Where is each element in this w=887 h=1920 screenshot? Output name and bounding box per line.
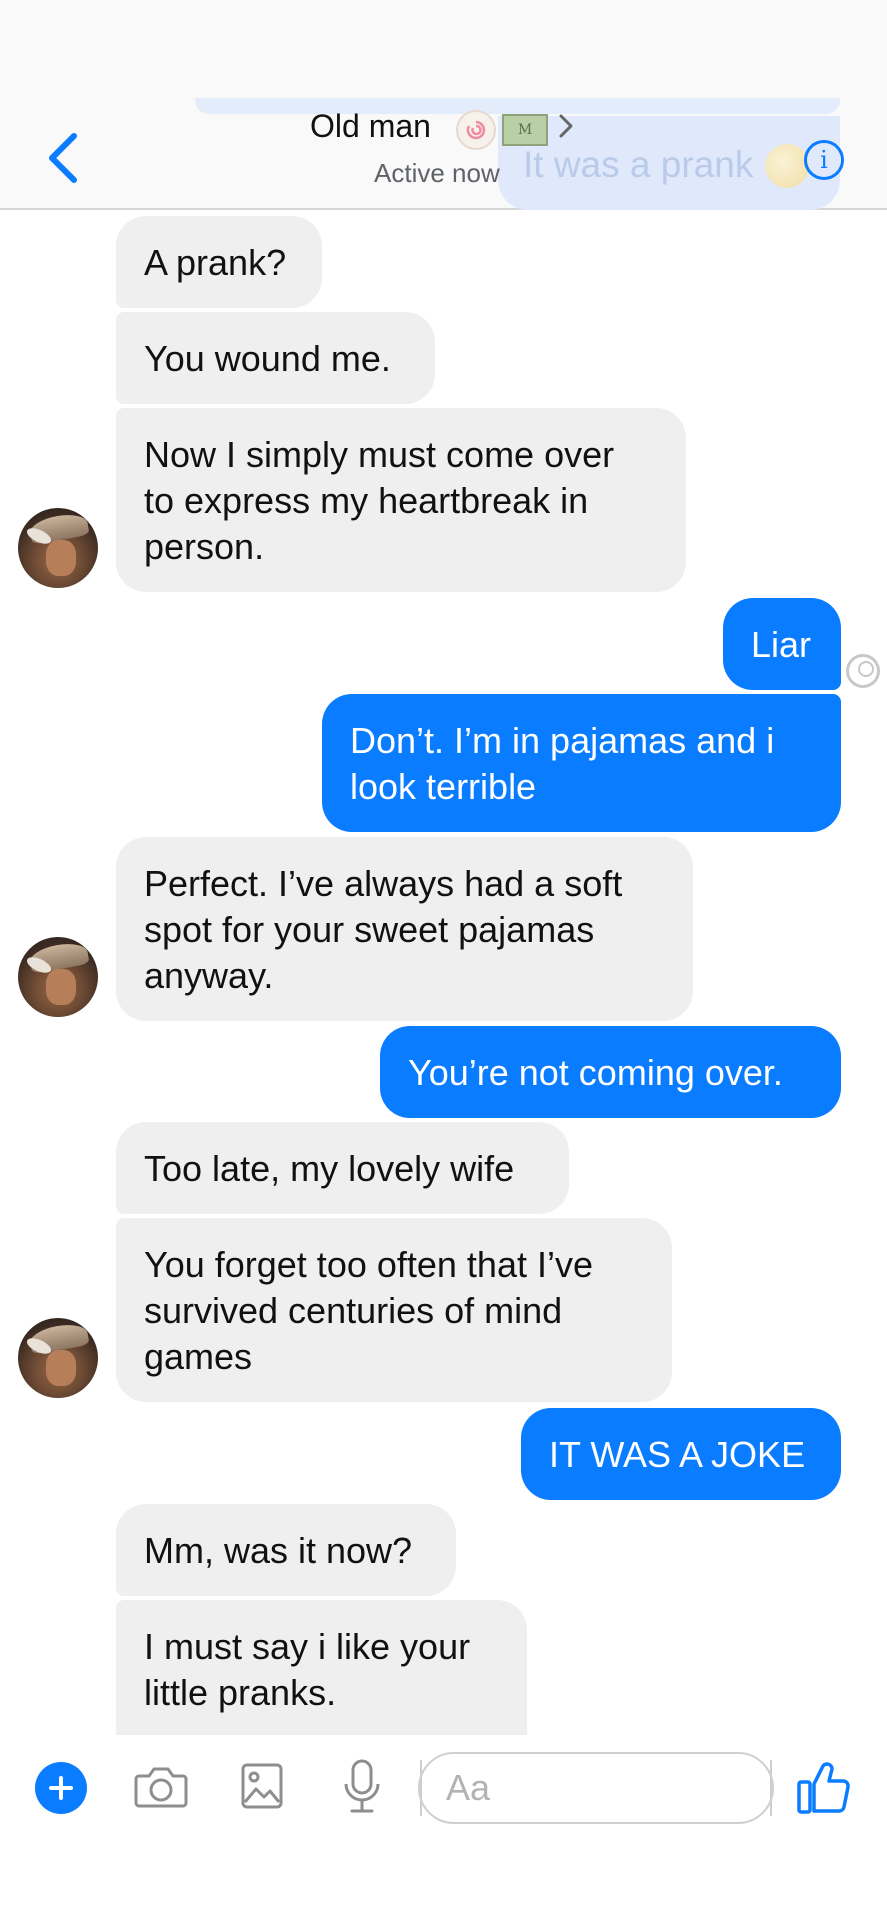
money-emoji-icon: M	[502, 114, 548, 146]
add-button[interactable]	[35, 1762, 87, 1814]
contact-avatar[interactable]	[18, 1318, 98, 1398]
message-bubble-incoming[interactable]: You forget too often that I’ve survived …	[116, 1218, 672, 1402]
read-receipt-avatar	[846, 654, 880, 688]
message-bubble-incoming[interactable]: Too late, my lovely wife	[116, 1122, 569, 1214]
chevron-right-icon[interactable]	[556, 110, 576, 147]
plus-icon	[49, 1776, 73, 1800]
microphone-icon[interactable]	[342, 1758, 382, 1816]
ghost-message-text: It was a prank	[523, 144, 754, 185]
input-divider	[420, 1760, 422, 1816]
message-bubble-incoming[interactable]: Perfect. I’ve always had a soft spot for…	[116, 837, 693, 1021]
messenger-screen: It was a prank Old man M Active now i A …	[0, 0, 887, 1920]
back-button[interactable]	[38, 126, 88, 190]
message-bubble-outgoing[interactable]: Liar	[723, 598, 841, 690]
contact-avatar[interactable]	[18, 508, 98, 588]
fish-cake-emoji-icon	[456, 110, 496, 150]
message-bubble-outgoing[interactable]: You’re not coming over.	[380, 1026, 841, 1118]
message-bubble-outgoing[interactable]: Don’t. I’m in pajamas and i look terribl…	[322, 694, 841, 832]
contact-name[interactable]: Old man	[310, 108, 431, 145]
message-bubble-outgoing[interactable]: IT WAS A JOKE	[521, 1408, 841, 1500]
status-bar-area	[0, 0, 887, 100]
message-input[interactable]	[418, 1752, 774, 1824]
camera-icon[interactable]	[133, 1764, 189, 1810]
contact-avatar[interactable]	[18, 937, 98, 1017]
info-icon[interactable]: i	[804, 140, 844, 180]
thumbs-up-icon[interactable]	[796, 1756, 852, 1816]
kissing-emoji-icon	[765, 144, 809, 188]
message-bubble-incoming[interactable]: You wound me.	[116, 312, 435, 404]
ghost-message-strip	[195, 98, 840, 114]
back-chevron-icon	[49, 133, 77, 183]
input-divider	[770, 1760, 772, 1816]
message-bubble-incoming[interactable]: Now I simply must come over to express m…	[116, 408, 686, 592]
image-icon[interactable]	[240, 1762, 284, 1810]
active-status: Active now	[374, 158, 500, 188]
message-bubble-incoming[interactable]: Mm, was it now?	[116, 1504, 456, 1596]
message-bubble-incoming[interactable]: A prank?	[116, 216, 322, 308]
